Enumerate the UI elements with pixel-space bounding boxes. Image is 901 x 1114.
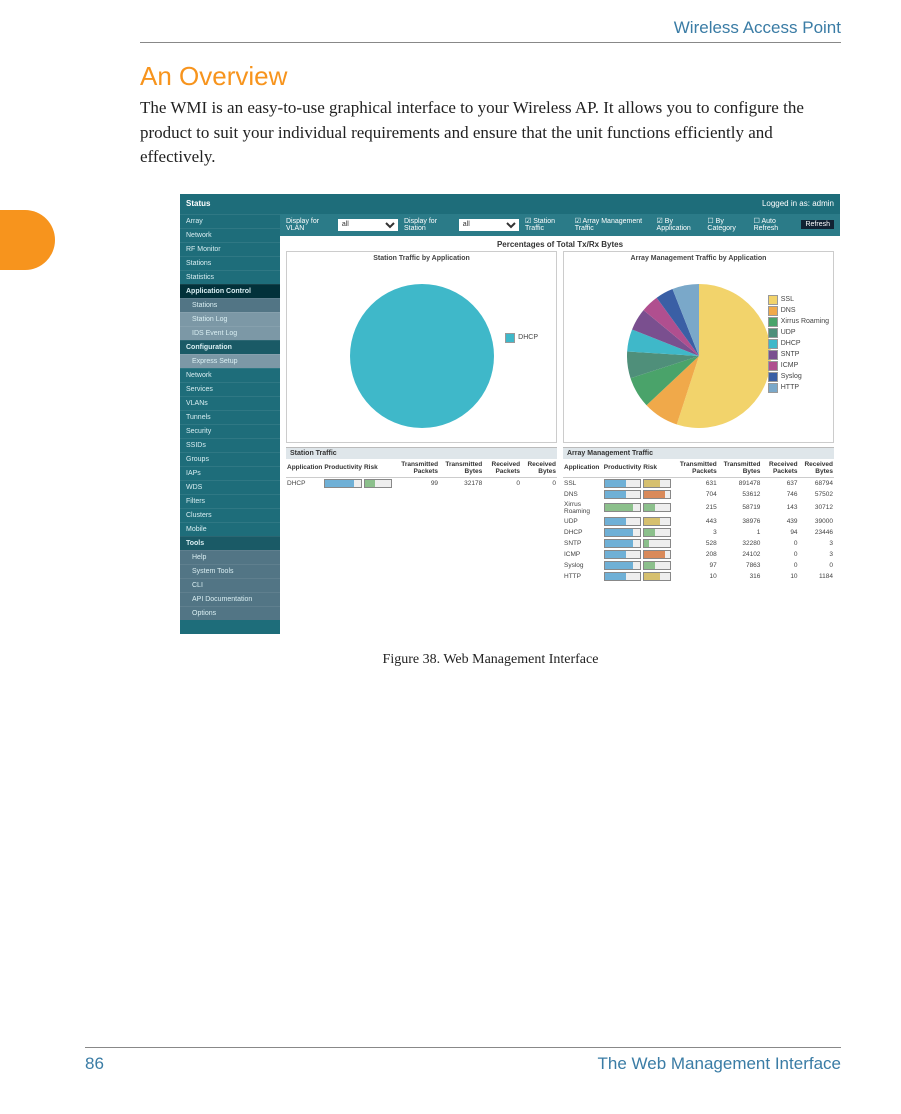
sidebar-item[interactable]: VLANs	[180, 396, 280, 410]
sidebar-item[interactable]: Groups	[180, 452, 280, 466]
chart2-title: Array Management Traffic by Application	[564, 252, 833, 265]
chart-station-traffic: Station Traffic by Application DHCP	[286, 251, 557, 443]
cb-array-traffic[interactable]: Array Management Traffic	[575, 218, 642, 232]
sidebar-item[interactable]: Tunnels	[180, 410, 280, 424]
charts-supertitle: Percentages of Total Tx/Rx Bytes	[280, 236, 840, 251]
wmi-sidebar: ArrayNetworkRF MonitorStationsStatistics…	[180, 214, 280, 634]
page-footer: 86 The Web Management Interface	[85, 1047, 841, 1074]
sidebar-item[interactable]: Configuration	[180, 340, 280, 354]
sidebar-item[interactable]: Filters	[180, 494, 280, 508]
table-row: HTTP10316101184	[563, 571, 834, 582]
vlan-label: Display for VLAN	[286, 218, 332, 232]
sidebar-item[interactable]: IDS Event Log	[180, 326, 280, 340]
station-label: Display for Station	[404, 218, 453, 232]
sidebar-item[interactable]: Tools	[180, 536, 280, 550]
table-row: DHCP319423446	[563, 527, 834, 538]
table2-title: Array Management Traffic	[563, 448, 834, 459]
table-row: DNS7045361274657502	[563, 489, 834, 500]
sidebar-item[interactable]: Stations	[180, 256, 280, 270]
legend-item: DNS	[768, 306, 829, 316]
running-head: Wireless Access Point	[140, 18, 841, 43]
cb-by-application[interactable]: By Application	[657, 218, 691, 232]
wmi-topbar: Status Logged in as: admin	[180, 194, 840, 214]
vlan-select[interactable]: all	[338, 219, 398, 231]
sidebar-item[interactable]: Network	[180, 228, 280, 242]
chart-array-traffic: Array Management Traffic by Application …	[563, 251, 834, 443]
legend-item: SSL	[768, 295, 829, 305]
legend-item: ICMP	[768, 361, 829, 371]
sidebar-item[interactable]: CLI	[180, 578, 280, 592]
legend-item: SNTP	[768, 350, 829, 360]
table1-title: Station Traffic	[286, 448, 557, 459]
sidebar-item[interactable]: Services	[180, 382, 280, 396]
legend-item: UDP	[768, 328, 829, 338]
wmi-filterbar: Display for VLAN all Display for Station…	[280, 214, 840, 236]
sidebar-item[interactable]: SSIDs	[180, 438, 280, 452]
page-side-tab	[0, 210, 55, 270]
legend-item: Xirrus Roaming	[768, 317, 829, 327]
footer-title: The Web Management Interface	[598, 1054, 842, 1074]
wmi-screenshot: Status Logged in as: admin ArrayNetworkR…	[180, 194, 840, 634]
sidebar-item[interactable]: API Documentation	[180, 592, 280, 606]
pie-chart-2	[627, 284, 771, 428]
sidebar-item[interactable]: Array	[180, 214, 280, 228]
sidebar-item[interactable]: Mobile	[180, 522, 280, 536]
pie-chart-1	[350, 284, 494, 428]
legend-1: DHCP	[505, 332, 538, 344]
sidebar-item[interactable]: WDS	[180, 480, 280, 494]
sidebar-item[interactable]: Application Control	[180, 284, 280, 298]
table-row: ICMP2082410203	[563, 549, 834, 560]
sidebar-item[interactable]: Network	[180, 368, 280, 382]
legend-item: DHCP	[505, 333, 538, 343]
table-row: Syslog97786300	[563, 560, 834, 571]
logged-in-label: Logged in as: admin	[762, 199, 834, 208]
auto-refresh-toggle[interactable]: Auto Refresh	[754, 218, 779, 232]
sidebar-item[interactable]: Stations	[180, 298, 280, 312]
legend-item: Syslog	[768, 372, 829, 382]
sidebar-item[interactable]: Help	[180, 550, 280, 564]
legend-2: SSLDNSXirrus RoamingUDPDHCPSNTPICMPSyslo…	[768, 294, 829, 394]
table-row: SSL63189147863768794	[563, 477, 834, 489]
page-number: 86	[85, 1054, 104, 1074]
table-row: Xirrus Roaming2155871914330712	[563, 500, 834, 516]
sidebar-item[interactable]: System Tools	[180, 564, 280, 578]
sidebar-item[interactable]: IAPs	[180, 466, 280, 480]
body-paragraph: The WMI is an easy-to-use graphical inte…	[140, 96, 841, 170]
sidebar-item[interactable]: Security	[180, 424, 280, 438]
chart1-title: Station Traffic by Application	[287, 252, 556, 265]
status-label: Status	[186, 199, 210, 208]
figure-caption: Figure 38. Web Management Interface	[140, 652, 841, 668]
table-row: UDP4433897643939000	[563, 516, 834, 527]
legend-item: DHCP	[768, 339, 829, 349]
sidebar-item[interactable]: Station Log	[180, 312, 280, 326]
station-select[interactable]: all	[459, 219, 519, 231]
sidebar-item[interactable]: Clusters	[180, 508, 280, 522]
table-array-traffic: Array Management Traffic ApplicationProd…	[563, 447, 834, 582]
sidebar-item[interactable]: RF Monitor	[180, 242, 280, 256]
legend-item: HTTP	[768, 383, 829, 393]
refresh-button[interactable]: Refresh	[801, 220, 834, 229]
table-row: SNTP5283228003	[563, 538, 834, 549]
cb-by-category[interactable]: By Category	[707, 218, 735, 232]
wmi-main: Percentages of Total Tx/Rx Bytes Station…	[280, 236, 840, 634]
sidebar-item[interactable]: Options	[180, 606, 280, 620]
sidebar-item[interactable]: Statistics	[180, 270, 280, 284]
section-heading: An Overview	[140, 61, 841, 92]
table-station-traffic: Station Traffic ApplicationProductivityR…	[286, 447, 557, 582]
table-row: DHCP993217800	[286, 477, 557, 489]
cb-station-traffic[interactable]: Station Traffic	[525, 218, 555, 232]
sidebar-item[interactable]: Express Setup	[180, 354, 280, 368]
